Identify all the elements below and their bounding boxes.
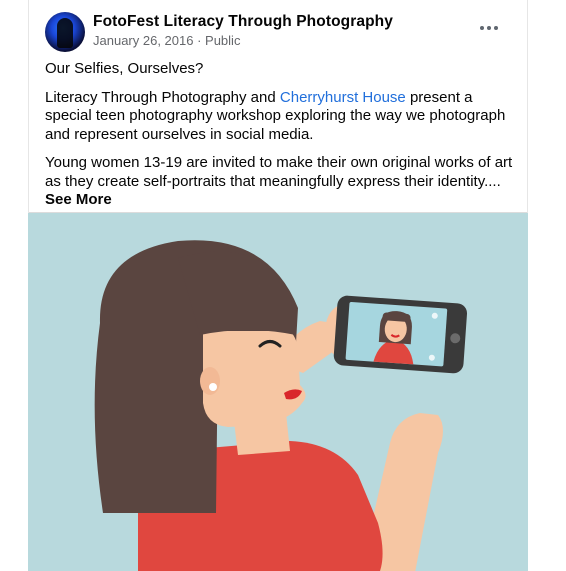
post-header: FotoFest Literacy Through Photography Ja… xyxy=(45,10,511,54)
meta-separator: · xyxy=(193,33,206,48)
post-meta: January 26, 2016 · Public xyxy=(93,33,240,48)
audience-label: Public xyxy=(205,33,241,48)
post-paragraph-1: Literacy Through Photography and Cherryh… xyxy=(45,89,519,145)
post-text: Our Selfies, Ourselves? Literacy Through… xyxy=(45,60,519,220)
cherryhurst-house-link[interactable]: Cherryhurst House xyxy=(280,89,406,106)
post-date[interactable]: January 26, 2016 xyxy=(93,33,193,48)
see-more-button[interactable]: See More xyxy=(45,191,112,208)
avatar-silhouette xyxy=(57,18,73,48)
post-card: FotoFest Literacy Through Photography Ja… xyxy=(28,0,528,571)
post-paragraph-2: Young women 13-19 are invited to make th… xyxy=(45,154,519,210)
page-avatar[interactable] xyxy=(45,12,85,52)
paragraph-2-text: Young women 13-19 are invited to make th… xyxy=(45,154,513,190)
more-options-icon[interactable] xyxy=(477,20,501,36)
ear xyxy=(200,367,220,395)
earring xyxy=(209,383,217,391)
paragraph-1-text-start: Literacy Through Photography and xyxy=(45,88,280,106)
smartphone xyxy=(333,295,468,374)
post-image[interactable] xyxy=(28,213,528,571)
page-name-link[interactable]: FotoFest Literacy Through Photography xyxy=(93,13,393,31)
post-title-line: Our Selfies, Ourselves? xyxy=(45,60,204,77)
